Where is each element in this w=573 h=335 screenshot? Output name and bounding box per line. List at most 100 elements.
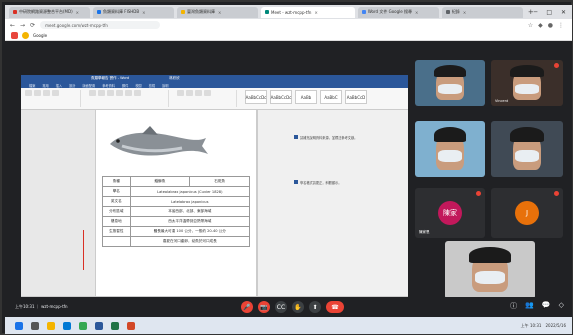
style-gallery-item[interactable]: AaBbCcD: [345, 90, 367, 104]
bookmark-app-icon[interactable]: [11, 32, 18, 39]
table-cell[interactable]: 魚種: [102, 176, 131, 187]
word-icon[interactable]: [95, 321, 103, 330]
align-left-icon[interactable]: [195, 90, 202, 96]
mic-button[interactable]: 🎤: [241, 301, 253, 313]
browser-tab[interactable]: 魚類資料庫 FISHDB ×: [93, 6, 174, 18]
close-tab-icon[interactable]: ×: [314, 10, 317, 15]
word-menu-item[interactable]: 版面配置: [83, 83, 96, 88]
numbering-icon[interactable]: [186, 90, 193, 96]
table-cell[interactable]: 西太平洋溫帶到亞熱帶海域: [129, 216, 251, 227]
word-menu-item[interactable]: 郵件: [122, 83, 128, 88]
close-tab-icon[interactable]: ×: [463, 10, 466, 15]
style-gallery-item[interactable]: AaBb: [295, 90, 317, 104]
table-cell[interactable]: [102, 236, 131, 247]
table-cell[interactable]: 生態習性: [102, 226, 131, 237]
present-button[interactable]: ⬆: [309, 301, 321, 313]
clock-time[interactable]: 上午 10:31: [521, 323, 542, 329]
font-size-icon[interactable]: [134, 90, 141, 96]
edge-icon[interactable]: [63, 321, 71, 330]
close-tab-icon[interactable]: ×: [218, 10, 221, 15]
activities-icon[interactable]: ◇: [559, 301, 564, 311]
start-icon[interactable]: [15, 321, 23, 330]
clock-date[interactable]: 2022/5/16: [545, 323, 566, 329]
chrome-icon[interactable]: [79, 321, 87, 330]
camera-button[interactable]: 📷: [258, 301, 270, 313]
word-menu-item[interactable]: 插入: [56, 83, 62, 88]
table-cell[interactable]: Latelabrax japonicus: [129, 196, 251, 207]
table-cell[interactable]: 分布區域: [102, 206, 131, 217]
menu-icon[interactable]: ⋮: [558, 22, 564, 29]
table-cell[interactable]: 學名: [102, 186, 131, 197]
format-painter-icon[interactable]: [52, 90, 59, 96]
minimize-button[interactable]: ─: [534, 9, 538, 16]
underline-icon[interactable]: [107, 90, 114, 96]
search-icon[interactable]: [31, 321, 39, 330]
browser-tab[interactable]: 中研院網路資源整合平台(MD) ×: [9, 6, 90, 18]
participant-tile[interactable]: Vincent: [491, 60, 563, 106]
browser-tab[interactable]: Word 文件 Google 搜尋 ×: [357, 6, 439, 18]
table-cell[interactable]: 棲息地: [102, 216, 131, 227]
forward-icon[interactable]: →: [20, 22, 25, 29]
bookmark-app-icon-2[interactable]: [22, 32, 29, 39]
participant-tile[interactable]: J: [491, 188, 563, 238]
profile-icon[interactable]: ●: [548, 22, 553, 29]
participant-tile[interactable]: [491, 121, 563, 177]
copy-icon[interactable]: [43, 90, 50, 96]
url-input[interactable]: meet.google.com/wzt-mcpp-tfn: [40, 21, 161, 29]
cut-icon[interactable]: [34, 90, 41, 96]
table-cell[interactable]: 春夏在河口產卵，幼魚於河口成長: [129, 236, 251, 247]
table-cell[interactable]: 鯔鰤魚: [129, 176, 191, 187]
word-menu-item[interactable]: 設計: [69, 83, 75, 88]
excel-icon[interactable]: [111, 321, 119, 330]
participant-tile[interactable]: 陳家 陳家恩: [415, 188, 485, 238]
word-menu-item[interactable]: 常用: [42, 83, 48, 88]
captions-button[interactable]: CC: [275, 301, 287, 313]
comment-2[interactable]: 學名格式請更正，斜體顯示。: [294, 180, 341, 185]
participant-tile[interactable]: [445, 241, 535, 299]
word-menu-item[interactable]: 說明: [162, 83, 168, 88]
table-cell[interactable]: 體長最大可達 100 公分，一般約 20-40 公分: [129, 226, 251, 237]
extension-icon[interactable]: ◆: [538, 22, 543, 29]
people-icon[interactable]: 👥: [525, 301, 534, 311]
browser-tab[interactable]: 紀錄 ×: [441, 6, 523, 18]
powerpoint-icon[interactable]: [127, 321, 135, 330]
word-menu-item[interactable]: 檢視: [149, 83, 155, 88]
table-cell[interactable]: 本省西部、北部、東部海域: [129, 206, 251, 217]
end-call-button[interactable]: ☎: [326, 301, 344, 313]
participant-tile[interactable]: [415, 121, 485, 177]
style-gallery-item[interactable]: AaBbCcDc: [245, 90, 267, 104]
comment-1[interactable]: 請補充說明資料來源，並標註參考文獻。: [294, 135, 357, 140]
file-explorer-icon[interactable]: [47, 321, 55, 330]
close-tab-icon[interactable]: ×: [142, 10, 145, 15]
table-cell[interactable]: 英文名: [102, 196, 131, 207]
bullets-icon[interactable]: [177, 90, 184, 96]
reload-icon[interactable]: ⟳: [30, 22, 35, 29]
browser-tab[interactable]: 臺灣魚類資料庫 ×: [177, 6, 258, 18]
star-icon[interactable]: ☆: [528, 22, 533, 29]
back-icon[interactable]: ←: [10, 22, 15, 29]
word-menu-item[interactable]: 校閱: [135, 83, 141, 88]
chat-icon[interactable]: 💬: [542, 301, 551, 311]
font-color-icon[interactable]: [116, 90, 123, 96]
close-window-button[interactable]: ✕: [561, 9, 566, 16]
style-gallery-item[interactable]: AaBbC: [320, 90, 342, 104]
paste-icon[interactable]: [25, 90, 32, 96]
maximize-button[interactable]: □: [546, 9, 552, 16]
italic-icon[interactable]: [98, 90, 105, 96]
table-cell[interactable]: Lateolabrax japonicus (Cuvier 1828): [129, 186, 251, 197]
raise-hand-button[interactable]: ✋: [292, 301, 304, 313]
close-tab-icon[interactable]: ×: [76, 10, 79, 15]
table-cell[interactable]: 石斑魚: [189, 176, 250, 187]
align-center-icon[interactable]: [204, 90, 211, 96]
bookmark-label[interactable]: Google: [33, 33, 47, 38]
close-tab-icon[interactable]: ×: [415, 10, 418, 15]
bold-icon[interactable]: [89, 90, 96, 96]
style-gallery-item[interactable]: AaBbCcDc: [270, 90, 292, 104]
browser-tab[interactable]: Meet - wzt-mcpp-tfn ×: [261, 6, 355, 18]
info-icon[interactable]: ⓘ: [510, 301, 517, 311]
participant-tile[interactable]: [415, 60, 485, 106]
word-menu-item[interactable]: 參考資料: [102, 83, 115, 88]
word-menu-item[interactable]: 檔案: [29, 83, 35, 88]
document-page[interactable]: 魚種 鯔鰤魚 石斑魚學名 Lateolabrax japonicus (Cuvier …: [95, 110, 257, 296]
highlight-icon[interactable]: [125, 90, 132, 96]
